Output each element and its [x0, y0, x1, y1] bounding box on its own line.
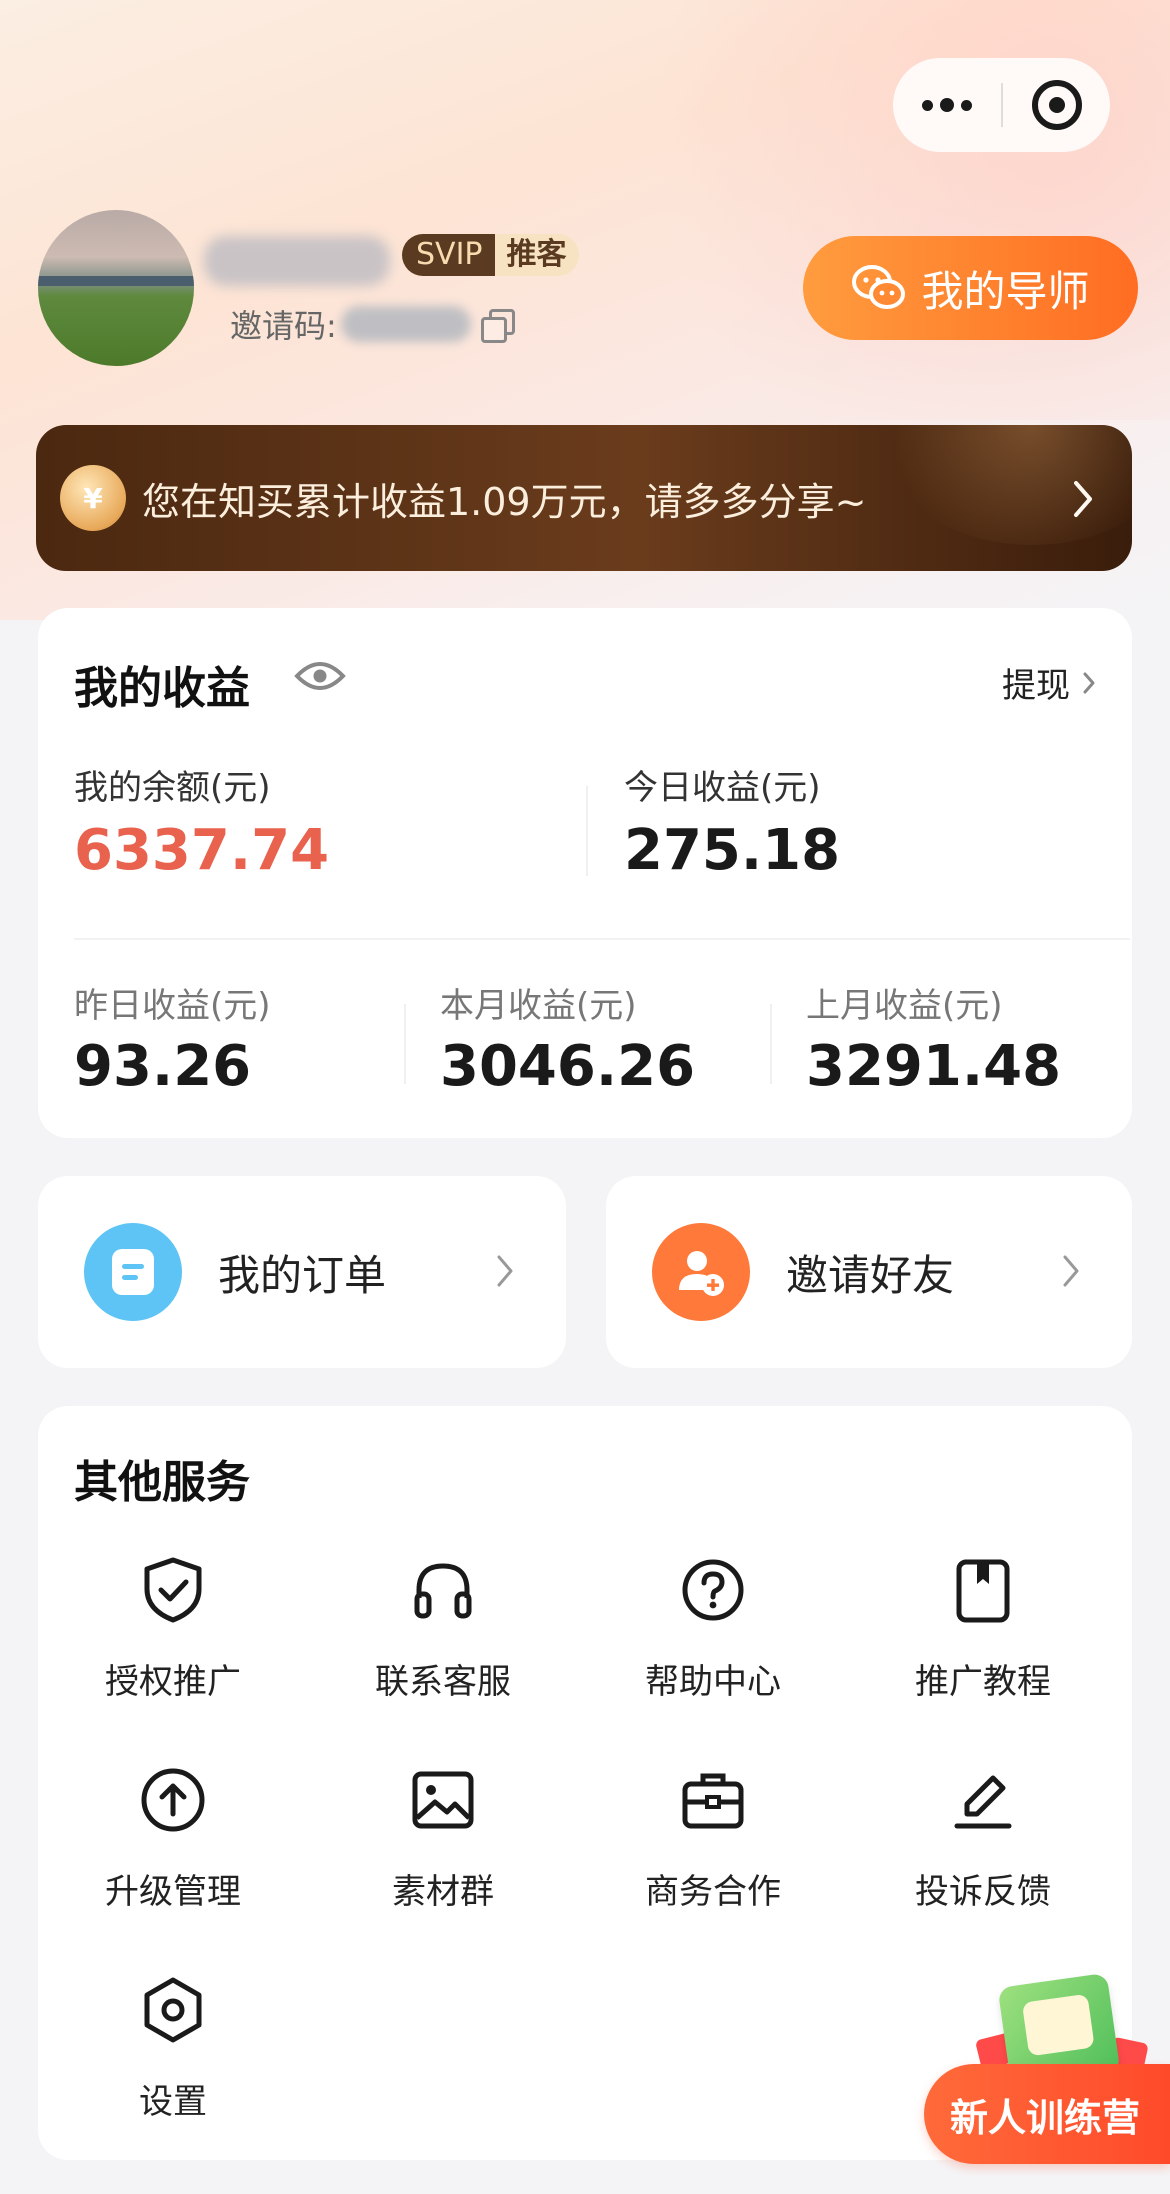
invite-code-label: 邀请码:: [230, 307, 337, 345]
add-user-icon: [652, 1223, 750, 1321]
copy-icon[interactable]: [480, 309, 515, 343]
balance-value: 6337.74: [74, 818, 330, 883]
balance-label: 我的余额(元): [74, 768, 271, 808]
coin-icon: ¥: [60, 465, 126, 531]
service-material-group[interactable]: 素材群: [308, 1764, 578, 1913]
service-promotion-tutorial[interactable]: 推广教程: [848, 1554, 1118, 1703]
stat-row-divider: [74, 938, 1130, 940]
shield-check-icon: [144, 1557, 202, 1623]
service-label: 推广教程: [915, 1662, 1051, 1702]
service-label: 升级管理: [105, 1872, 241, 1912]
yesterday-earnings-label: 昨日收益(元): [74, 986, 271, 1026]
other-services-title: 其他服务: [74, 1457, 250, 1508]
service-label: 商务合作: [645, 1872, 781, 1912]
more-options-icon[interactable]: [893, 58, 1001, 152]
invite-code-row: 邀请码:: [230, 302, 515, 346]
service-settings[interactable]: 设置: [38, 1974, 308, 2123]
invite-friends-label: 邀请好友: [786, 1250, 955, 1300]
mini-program-capsule: [893, 58, 1110, 152]
pencil-icon: [954, 1775, 1012, 1829]
this-month-earnings-label: 本月收益(元): [440, 986, 637, 1026]
my-mentor-label: 我的导师: [921, 266, 1090, 316]
settings-hex-icon: [144, 1977, 202, 2043]
headphones-icon: [414, 1563, 472, 1619]
avatar[interactable]: [38, 210, 194, 366]
svip-badge-role: 推客: [494, 234, 579, 276]
this-month-earnings-value: 3046.26: [440, 1034, 696, 1099]
my-mentor-button[interactable]: 我的导师: [803, 236, 1138, 340]
service-upgrade-management[interactable]: 升级管理: [38, 1764, 308, 1913]
service-customer-support[interactable]: 联系客服: [308, 1554, 578, 1703]
service-label: 素材群: [392, 1872, 494, 1912]
service-label: 帮助中心: [645, 1662, 781, 1702]
order-icon: [84, 1223, 182, 1321]
my-orders-label: 我的订单: [218, 1250, 387, 1300]
service-business-cooperation[interactable]: 商务合作: [578, 1764, 848, 1913]
bookmark-icon: [956, 1559, 1010, 1623]
stat-divider: [770, 1004, 772, 1084]
earnings-card: 我的收益 提现 我的余额(元) 6337.74 今日收益(元) 275.18 昨…: [38, 608, 1132, 1138]
user-name-redacted: [204, 236, 390, 286]
withdraw-label: 提现: [1002, 666, 1070, 706]
help-circle-icon: [682, 1559, 744, 1621]
earnings-title: 我的收益: [74, 663, 250, 714]
today-earnings-label: 今日收益(元): [624, 768, 821, 808]
last-month-earnings-value: 3291.48: [806, 1034, 1062, 1099]
last-month-earnings-label: 上月收益(元): [806, 986, 1003, 1026]
my-orders-tile[interactable]: 我的订单: [38, 1176, 566, 1368]
close-miniprogram-icon[interactable]: [1003, 58, 1110, 152]
service-complaint-feedback[interactable]: 投诉反馈: [848, 1764, 1118, 1913]
wechat-icon: [852, 265, 906, 309]
upgrade-arrow-icon: [141, 1768, 205, 1832]
chevron-right-icon: [497, 1255, 513, 1287]
eye-icon[interactable]: [294, 658, 346, 694]
service-help-center[interactable]: 帮助中心: [578, 1554, 848, 1703]
service-label: 设置: [139, 2082, 207, 2122]
newbie-training-camp-button[interactable]: 新人训练营: [924, 2064, 1170, 2164]
invite-friends-tile[interactable]: 邀请好友: [606, 1176, 1132, 1368]
image-icon: [412, 1771, 474, 1829]
svip-badge-level: SVIP: [402, 234, 495, 276]
stat-divider: [586, 786, 588, 876]
invite-code-redacted: [340, 306, 471, 342]
svip-badge: SVIP 推客: [402, 234, 579, 276]
other-services-card: 其他服务 授权推广 联系客服 帮助中心 推广教程 升级管理 素材群 商务合作 投…: [38, 1406, 1132, 2160]
yesterday-earnings-value: 93.26: [74, 1034, 252, 1099]
banner-text: 您在知买累计收益1.09万元，请多多分享~: [142, 479, 867, 524]
chevron-right-icon: [1083, 672, 1095, 693]
service-label: 联系客服: [375, 1662, 511, 1702]
service-authorized-promotion[interactable]: 授权推广: [38, 1554, 308, 1703]
withdraw-link[interactable]: 提现: [1002, 658, 1096, 707]
chevron-right-icon: [1074, 481, 1092, 517]
service-label: 授权推广: [105, 1662, 241, 1702]
cumulative-earnings-banner[interactable]: ¥ 您在知买累计收益1.09万元，请多多分享~: [36, 425, 1132, 571]
stat-divider: [404, 1004, 406, 1084]
service-label: 投诉反馈: [915, 1872, 1051, 1912]
today-earnings-value: 275.18: [624, 818, 841, 883]
chevron-right-icon: [1063, 1255, 1079, 1287]
briefcase-icon: [682, 1773, 744, 1829]
